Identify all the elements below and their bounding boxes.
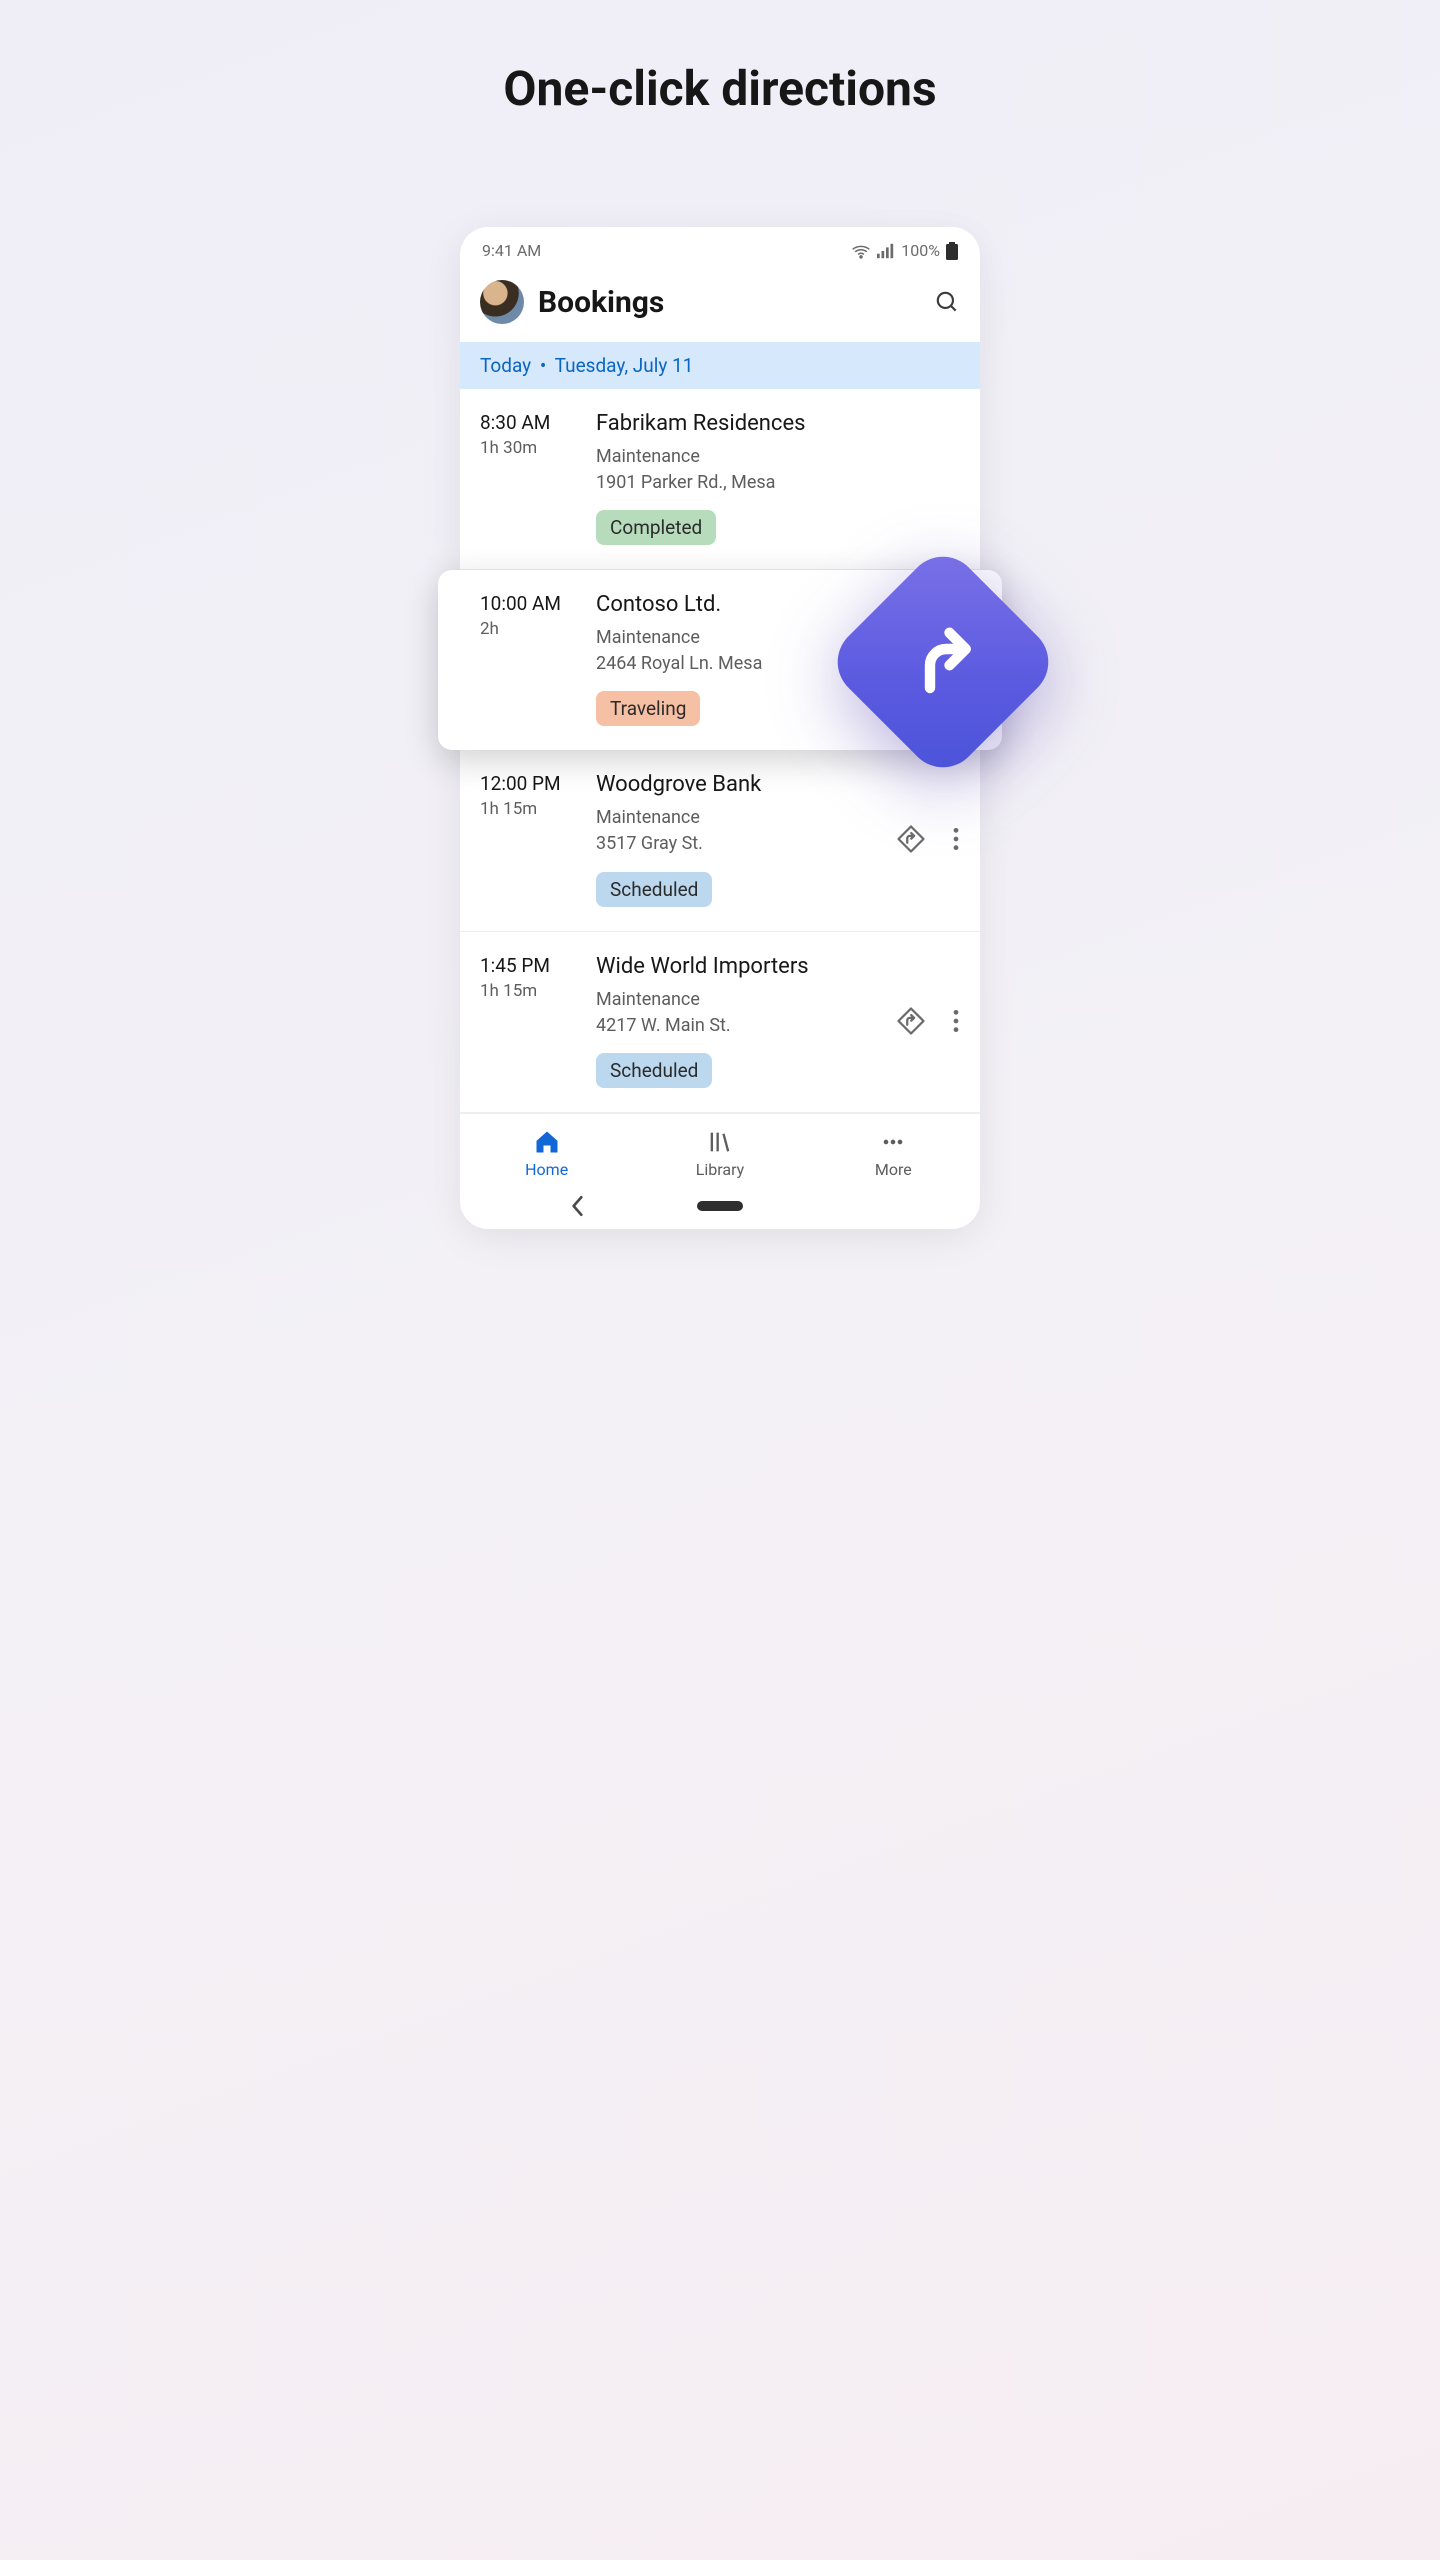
separator-dot: • — [540, 354, 546, 377]
battery-text: 100% — [901, 241, 940, 260]
nav-library-label: Library — [696, 1160, 744, 1179]
booking-details: Wide World Importers Maintenance 4217 W.… — [596, 954, 876, 1088]
booking-time: 8:30 AM 1h 30m — [480, 411, 576, 545]
booking-address: 3517 Gray St. — [596, 831, 876, 857]
more-icon — [879, 1128, 907, 1156]
booking-title: Fabrikam Residences — [596, 411, 960, 436]
booking-list: 8:30 AM 1h 30m Fabrikam Residences Maint… — [460, 389, 980, 1113]
booking-duration: 1h 15m — [480, 799, 576, 819]
booking-start-time: 1:45 PM — [480, 954, 576, 977]
booking-start-time: 8:30 AM — [480, 411, 576, 434]
status-badge: Traveling — [596, 691, 700, 726]
back-icon[interactable] — [570, 1195, 586, 1217]
booking-start-time: 10:00 AM — [480, 592, 576, 615]
page-title: Bookings — [538, 285, 920, 320]
search-icon[interactable] — [934, 289, 960, 315]
status-bar: 9:41 AM 100% — [460, 227, 980, 266]
booking-service: Maintenance — [596, 444, 960, 470]
date-banner: Today • Tuesday, July 11 — [460, 342, 980, 389]
kebab-icon[interactable] — [952, 1008, 960, 1034]
app-header: Bookings — [460, 266, 980, 342]
booking-details: Contoso Ltd. Maintenance 2464 Royal Ln. … — [596, 592, 876, 726]
signal-icon — [877, 243, 895, 259]
kebab-icon[interactable] — [952, 826, 960, 852]
phone-frame: 9:41 AM 100% Bookings Today • Tuesday, J… — [460, 227, 980, 1229]
status-time: 9:41 AM — [482, 241, 541, 260]
directions-icon[interactable] — [896, 1006, 926, 1036]
booking-duration: 1h 30m — [480, 438, 576, 458]
booking-service: Maintenance — [596, 987, 876, 1013]
booking-actions — [896, 1006, 960, 1036]
library-icon — [706, 1128, 734, 1156]
booking-title: Contoso Ltd. — [596, 592, 876, 617]
page-headline: One-click directions — [503, 60, 936, 117]
avatar[interactable] — [480, 280, 524, 324]
status-badge: Scheduled — [596, 872, 712, 907]
status-badge: Scheduled — [596, 1053, 712, 1088]
turn-arrow-icon — [904, 623, 982, 701]
nav-more[interactable]: More — [833, 1128, 953, 1179]
system-nav-bar — [460, 1187, 980, 1229]
nav-home-label: Home — [525, 1160, 568, 1179]
booking-address: 2464 Royal Ln. Mesa — [596, 651, 876, 677]
directions-icon[interactable] — [896, 824, 926, 854]
booking-row[interactable]: 8:30 AM 1h 30m Fabrikam Residences Maint… — [460, 389, 980, 570]
booking-row[interactable]: 12:00 PM 1h 15m Woodgrove Bank Maintenan… — [460, 750, 980, 931]
booking-title: Wide World Importers — [596, 954, 876, 979]
home-indicator[interactable] — [697, 1201, 743, 1211]
booking-details: Fabrikam Residences Maintenance 1901 Par… — [596, 411, 960, 545]
nav-more-label: More — [875, 1160, 912, 1179]
date-text: Tuesday, July 11 — [555, 354, 694, 377]
booking-details: Woodgrove Bank Maintenance 3517 Gray St.… — [596, 772, 876, 906]
nav-library[interactable]: Library — [660, 1128, 780, 1179]
booking-title: Woodgrove Bank — [596, 772, 876, 797]
booking-start-time: 12:00 PM — [480, 772, 576, 795]
booking-time: 10:00 AM 2h — [480, 592, 576, 726]
booking-duration: 1h 15m — [480, 981, 576, 1001]
booking-address: 4217 W. Main St. — [596, 1013, 876, 1039]
status-badge: Completed — [596, 510, 716, 545]
booking-actions — [896, 824, 960, 854]
wifi-icon — [851, 243, 871, 259]
nav-home[interactable]: Home — [487, 1128, 607, 1179]
booking-time: 12:00 PM 1h 15m — [480, 772, 576, 906]
booking-row[interactable]: 1:45 PM 1h 15m Wide World Importers Main… — [460, 932, 980, 1113]
bottom-nav: Home Library More — [460, 1113, 980, 1187]
directions-badge[interactable] — [858, 577, 1028, 747]
home-icon — [533, 1128, 561, 1156]
booking-duration: 2h — [480, 619, 576, 639]
booking-service: Maintenance — [596, 805, 876, 831]
booking-time: 1:45 PM 1h 15m — [480, 954, 576, 1088]
date-prefix: Today — [480, 354, 531, 377]
booking-service: Maintenance — [596, 625, 876, 651]
battery-icon — [946, 242, 958, 260]
booking-address: 1901 Parker Rd., Mesa — [596, 470, 960, 496]
